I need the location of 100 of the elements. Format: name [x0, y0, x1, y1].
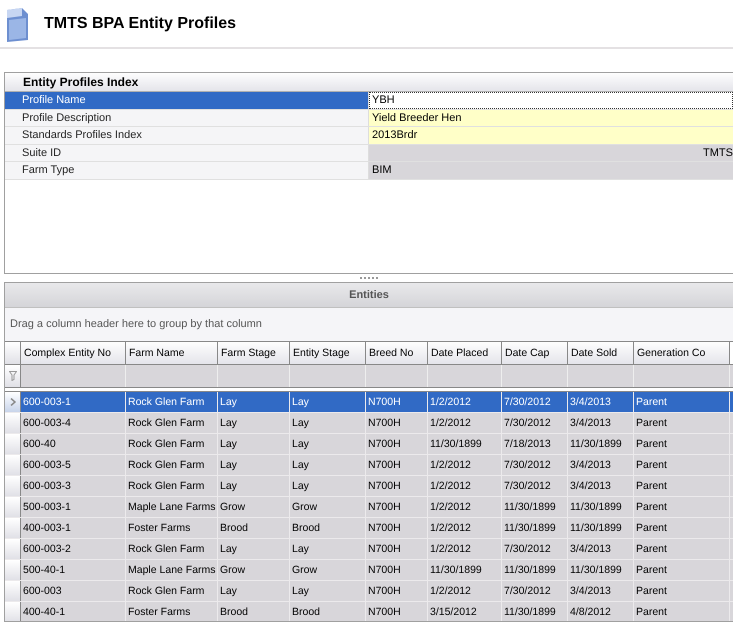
table-cell: Rock Glen Farm [126, 581, 218, 601]
table-cell: N700H [366, 497, 428, 517]
field-label[interactable]: Standards Profiles Index [5, 127, 369, 144]
table-cell: 600-003-2 [21, 539, 126, 559]
table-cell: Parent [634, 434, 730, 454]
column-header[interactable]: Date Placed [428, 342, 502, 364]
table-cell: 400-003-1 [21, 518, 126, 538]
table-cell: N700H [366, 518, 428, 538]
table-cell: Lay [218, 455, 290, 475]
row-indicator[interactable] [5, 413, 21, 433]
field-value[interactable]: 2013Brdr [369, 127, 733, 144]
row-indicator[interactable] [5, 560, 21, 580]
table-cell: Rock Glen Farm [126, 539, 218, 559]
row-indicator[interactable] [5, 518, 21, 538]
column-header[interactable]: Entity Stage [290, 342, 366, 364]
table-cell: 1/2/2012 [428, 497, 502, 517]
row-indicator[interactable] [5, 476, 21, 496]
column-header[interactable]: Date Cap [502, 342, 568, 364]
table-cell: Lay [218, 434, 290, 454]
field-label[interactable]: Profile Name [5, 92, 369, 108]
row-indicator[interactable] [5, 434, 21, 454]
table-cell: 11/30/1899 [428, 434, 502, 454]
field-value[interactable]: YBH [369, 92, 733, 108]
column-header[interactable]: Complex Entity No [21, 342, 126, 364]
table-cell: Parent [634, 539, 730, 559]
row-indicator[interactable] [5, 497, 21, 517]
table-cell: N700H [366, 539, 428, 559]
table-cell: Foster Farms [126, 518, 218, 538]
table-cell: Parent [634, 413, 730, 433]
column-header[interactable]: Date Sold [568, 342, 634, 364]
table-cell: 11/30/1899 [502, 497, 568, 517]
splitter-grip-icon[interactable] [360, 277, 378, 281]
column-header[interactable]: Farm Name [126, 342, 218, 364]
table-cell: 500-003-1 [21, 497, 126, 517]
table-cell: Grow [218, 497, 290, 517]
table-cell: Grow [290, 497, 366, 517]
table-cell: 1/2/2012 [428, 413, 502, 433]
table-cell: N700H [366, 560, 428, 580]
column-header[interactable]: Farm Stage [218, 342, 290, 364]
table-cell: Lay [218, 581, 290, 601]
table-cell: Brood [218, 602, 290, 621]
field-value[interactable]: TMTS [369, 144, 733, 161]
table-cell: Lay [290, 581, 366, 601]
table-cell: 1/2/2012 [428, 455, 502, 475]
table-cell: 11/30/1899 [502, 518, 568, 538]
table-cell: Rock Glen Farm [126, 413, 218, 433]
field-label[interactable]: Profile Description [5, 110, 369, 126]
table-cell: Grow [290, 560, 366, 580]
table-cell: Maple Lane Farms [126, 560, 218, 580]
table-cell: Lay [218, 413, 290, 433]
table-cell: 1/2/2012 [428, 581, 502, 601]
table-cell: 7/30/2012 [502, 539, 568, 559]
table-cell: Lay [290, 413, 366, 433]
row-indicator[interactable] [5, 392, 21, 412]
field-value[interactable]: Yield Breeder Hen [369, 110, 733, 126]
table-cell: N700H [366, 455, 428, 475]
table-cell: Brood [218, 518, 290, 538]
folder-icon [4, 6, 30, 42]
filter-icon[interactable] [8, 371, 16, 381]
table-cell: 500-40-1 [21, 560, 126, 580]
table-cell: 7/30/2012 [502, 581, 568, 601]
table-cell: 11/30/1899 [568, 518, 634, 538]
table-cell: 3/4/2013 [568, 581, 634, 601]
row-indicator[interactable] [5, 602, 21, 621]
table-cell: 3/4/2013 [568, 476, 634, 496]
row-indicator[interactable] [5, 581, 21, 601]
table-cell: 11/30/1899 [568, 497, 634, 517]
table-cell: 1/2/2012 [428, 476, 502, 496]
table-cell: Lay [218, 476, 290, 496]
table-cell: 3/15/2012 [428, 602, 502, 621]
table-cell: Lay [290, 434, 366, 454]
table-cell: 11/30/1899 [502, 560, 568, 580]
table-cell: 3/4/2013 [568, 392, 634, 412]
table-cell: 600-003 [21, 581, 126, 601]
table-cell: N700H [366, 392, 428, 412]
row-indicator[interactable] [5, 455, 21, 475]
table-cell: 3/4/2013 [568, 413, 634, 433]
table-cell: 1/2/2012 [428, 518, 502, 538]
table-cell: 7/30/2012 [502, 392, 568, 412]
table-cell: 7/18/2013 [502, 434, 568, 454]
row-indicator[interactable] [5, 539, 21, 559]
table-cell: N700H [366, 434, 428, 454]
table-cell: Parent [634, 518, 730, 538]
table-cell: 11/30/1899 [428, 560, 502, 580]
table-cell: 11/30/1899 [568, 560, 634, 580]
table-cell: 11/30/1899 [568, 434, 634, 454]
table-cell: Parent [634, 602, 730, 621]
group-hint: Drag a column header here to group by that column [10, 318, 262, 330]
table-cell: Brood [290, 602, 366, 621]
column-header[interactable]: Generation Co [634, 342, 730, 364]
table-cell: Parent [634, 560, 730, 580]
field-value[interactable]: BIM [369, 162, 733, 178]
table-cell: Lay [218, 539, 290, 559]
grid-caption: Entities [5, 283, 733, 308]
column-header[interactable]: Breed No [366, 342, 428, 364]
table-cell: Parent [634, 455, 730, 475]
field-label[interactable]: Farm Type [5, 162, 369, 178]
table-cell: Brood [290, 518, 366, 538]
table-cell: Rock Glen Farm [126, 434, 218, 454]
field-label[interactable]: Suite ID [5, 144, 369, 161]
